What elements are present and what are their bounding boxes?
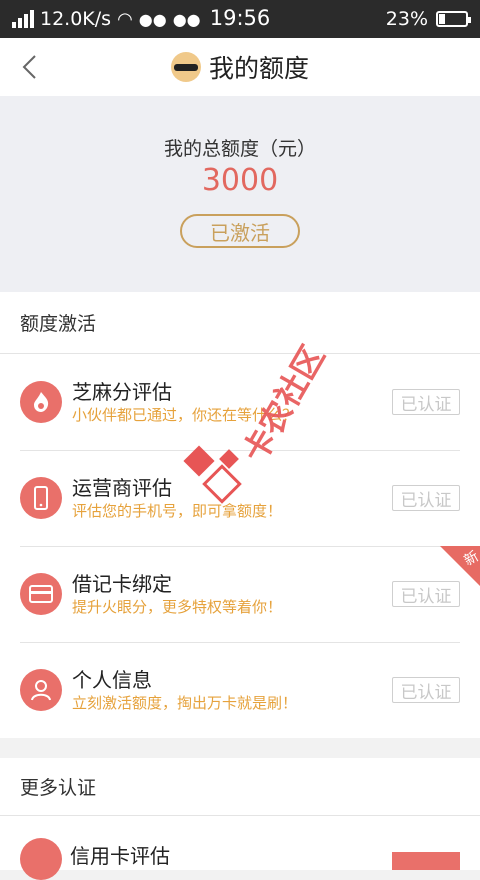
battery-icon bbox=[436, 11, 471, 27]
title-bar: 我的额度 bbox=[0, 38, 480, 96]
item-title: 借记卡绑定 bbox=[72, 572, 172, 596]
phone-icon bbox=[20, 477, 62, 519]
status-bar: 12.0K/s ◠ ●● ●● 19:56 23% bbox=[0, 0, 480, 38]
item-subtitle: 立刻激活额度，掏出万卡就是刷！ bbox=[72, 694, 298, 712]
list-item-sesame[interactable]: 芝麻分评估 小伙伴都已通过，你还在等什么？ 已认证 bbox=[0, 354, 480, 450]
activation-section-header: 额度激活 bbox=[0, 292, 480, 354]
item-title: 个人信息 bbox=[72, 668, 152, 692]
credit-card-icon bbox=[20, 838, 62, 880]
clock: 19:56 bbox=[209, 6, 271, 30]
flame-icon bbox=[20, 381, 62, 423]
list-item-debit-card[interactable]: 新 借记卡绑定 提升火眼分，更多特权等着你！ 已认证 bbox=[0, 546, 480, 642]
item-subtitle: 评估您的手机号，即可拿额度！ bbox=[72, 502, 283, 520]
verified-badge: 已认证 bbox=[392, 677, 460, 703]
credit-summary: 我的总额度（元） 3000 已激活 bbox=[0, 96, 480, 292]
section-gap bbox=[0, 738, 480, 758]
list-item-credit-card[interactable]: 信用卡评估 bbox=[0, 816, 480, 880]
item-title: 芝麻分评估 bbox=[72, 380, 172, 404]
item-subtitle: 小伙伴都已通过，你还在等什么？ bbox=[72, 406, 298, 424]
list-item-carrier[interactable]: 运营商评估 评估您的手机号，即可拿额度！ 已认证 bbox=[0, 450, 480, 546]
item-subtitle: 提升火眼分，更多特权等着你！ bbox=[72, 598, 283, 616]
more-section-header: 更多认证 bbox=[0, 758, 480, 816]
action-button[interactable] bbox=[392, 852, 460, 870]
item-title: 信用卡评估 bbox=[70, 844, 170, 868]
sunglasses-avatar-icon bbox=[170, 52, 201, 82]
activation-list: 芝麻分评估 小伙伴都已通过，你还在等什么？ 已认证 运营商评估 评估您的手机号，… bbox=[0, 354, 480, 738]
verified-badge: 已认证 bbox=[392, 389, 460, 415]
chevron-left-icon[interactable] bbox=[14, 50, 44, 84]
new-badge: 新 bbox=[440, 546, 480, 586]
verified-badge: 已认证 bbox=[392, 485, 460, 511]
item-title: 运营商评估 bbox=[72, 476, 172, 500]
person-icon bbox=[20, 669, 62, 711]
card-icon bbox=[20, 573, 62, 615]
total-credit-amount: 3000 bbox=[201, 163, 279, 198]
page-title: 我的额度 bbox=[208, 54, 309, 83]
activated-button[interactable]: 已激活 bbox=[180, 214, 300, 248]
list-item-personal-info[interactable]: 个人信息 立刻激活额度，掏出万卡就是刷！ 已认证 bbox=[0, 642, 480, 738]
total-credit-label: 我的总额度（元） bbox=[163, 138, 316, 160]
